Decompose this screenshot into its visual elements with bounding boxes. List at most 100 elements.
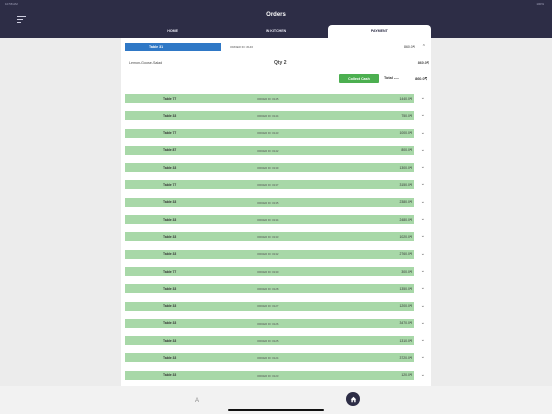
chevron-down-icon[interactable]: ⌄ [421,354,425,360]
order-bar[interactable]: Table 33 ORDER ID: #128 1350.0₹ [125,284,414,294]
order-amount: 860.0₹ [404,45,415,49]
tab-in-kitchen[interactable]: IN KITCHEN [224,25,327,38]
order-bar[interactable]: Table 33 ORDER ID: #125 1310.0₹ [125,336,414,346]
chevron-down-icon[interactable]: ⌄ [421,251,425,257]
order-row[interactable]: Table 33 ORDER ID: #127 1200.0₹ ⌄ [125,300,427,317]
chevron-down-icon[interactable]: ⌄ [421,181,425,187]
order-row[interactable]: Table 87 ORDER ID: #142 800.0₹ ⌄ [125,144,427,161]
status-time: 10:58 AM [5,2,18,6]
table-label: Table 87 [163,148,177,153]
order-id: ORDER ID: #124 [257,356,279,361]
order-amount: 2760.0₹ [399,252,412,257]
chevron-down-icon[interactable]: ⌄ [421,147,425,153]
expanded-order-row[interactable]: Table 31 ORDER ID: #146 860.0₹ ⌃ [125,42,427,52]
nav-glyph[interactable]: A [195,398,199,404]
order-id: ORDER ID: #123 [257,373,279,378]
table-label: Table 33 [163,338,177,343]
order-list: Table 77 ORDER ID: #145 1440.0₹ ⌄ Table 33 OR… [125,92,427,386]
order-bar[interactable]: Table 33 ORDER ID: #124 3720.0₹ [125,353,414,363]
order-id: ORDER ID: #133 [257,235,279,240]
order-bar[interactable]: Table 33 ORDER ID: #123 120.0₹ [125,370,414,380]
order-row[interactable]: Table 77 ORDER ID: #137 3150.0₹ ⌄ [125,178,427,195]
order-amount: 2380.0₹ [399,200,412,205]
home-indicator [228,409,324,411]
chevron-down-icon[interactable]: ⌄ [421,95,425,101]
bottom-bar: A [0,386,552,414]
order-bar[interactable]: Table 33 ORDER ID: #133 1020.0₹ [125,232,414,242]
chevron-down-icon[interactable]: ⌄ [421,216,425,222]
order-bar[interactable]: Table 33 ORDER ID: #132 2760.0₹ [125,249,414,259]
table-label: Table 77 [163,183,177,188]
chevron-down-icon[interactable]: ⌄ [421,130,425,136]
chevron-down-icon[interactable]: ⌄ [421,320,425,326]
order-amount: 3150.0₹ [399,183,412,188]
order-row[interactable]: Table 33 ORDER ID: #126 3470.0₹ ⌄ [125,317,427,334]
collect-cash-button[interactable]: Collect Cash [339,74,379,83]
order-row[interactable]: Table 33 ORDER ID: #139 1300.0₹ ⌄ [125,161,427,178]
order-amount: 1310.0₹ [399,338,412,343]
order-row[interactable]: Table 33 ORDER ID: #128 1350.0₹ ⌄ [125,282,427,299]
order-id: ORDER ID: #146 [230,45,254,49]
order-row[interactable]: Table 33 ORDER ID: #133 1020.0₹ ⌄ [125,230,427,247]
table-label: Table 33 [163,200,177,205]
order-id: ORDER ID: #135 [257,200,279,205]
item-qty: Qty 2 [274,60,287,66]
table-label: Table 33 [163,217,177,222]
order-row[interactable]: Table 33 ORDER ID: #124 3720.0₹ ⌄ [125,351,427,368]
chevron-down-icon[interactable]: ⌄ [421,112,425,118]
order-bar[interactable]: Table 33 ORDER ID: #126 3470.0₹ [125,318,414,328]
order-bar[interactable]: Table 33 ORDER ID: #127 1200.0₹ [125,301,414,311]
order-amount: 1440.0₹ [399,96,412,101]
tab-bar: HOME IN KITCHEN PAYMENT [121,25,431,38]
table-label: Table 77 [163,96,177,101]
order-bar[interactable]: Table 33 ORDER ID: #139 1300.0₹ [125,163,414,173]
status-battery: 100% [536,2,544,6]
order-id: ORDER ID: #126 [257,321,279,326]
chevron-down-icon[interactable]: ⌄ [421,285,425,291]
order-id: ORDER ID: #132 [257,252,279,257]
tab-home[interactable]: HOME [121,25,224,38]
chevron-down-icon[interactable]: ⌄ [421,164,425,170]
chevron-down-icon[interactable]: ⌄ [421,233,425,239]
chevron-down-icon[interactable]: ⌄ [421,372,425,378]
order-bar[interactable]: Table 33 ORDER ID: #134 2480.0₹ [125,215,414,225]
home-button[interactable] [346,392,360,406]
chevron-down-icon[interactable]: ⌄ [421,199,425,205]
payment-row: Collect Cash Total ---- 860.0₹ [125,72,427,84]
order-row[interactable]: Table 33 ORDER ID: #123 120.0₹ ⌄ [125,369,427,386]
order-row[interactable]: Table 33 ORDER ID: #144 750.0₹ ⌄ [125,109,427,126]
order-bar[interactable]: Table 77 ORDER ID: #137 3150.0₹ [125,180,414,190]
order-id: ORDER ID: #139 [257,165,279,170]
table-label: Table 77 [163,269,177,274]
chevron-up-icon[interactable]: ⌃ [422,43,426,51]
order-row[interactable]: Table 33 ORDER ID: #132 2760.0₹ ⌄ [125,248,427,265]
table-label: Table 33 [163,286,177,291]
table-label: Table 33 [163,165,177,170]
table-label: Table 33 [163,113,177,118]
order-row[interactable]: Table 33 ORDER ID: #134 2480.0₹ ⌄ [125,213,427,230]
order-amount: 1300.0₹ [399,165,412,170]
order-bar[interactable]: Table 77 ORDER ID: #130 300.0₹ [125,266,414,276]
tab-payment[interactable]: PAYMENT [327,25,431,38]
order-row[interactable]: Table 77 ORDER ID: #143 1000.0₹ ⌄ [125,127,427,144]
order-bar[interactable]: Table 33 ORDER ID: #135 2380.0₹ [125,197,414,207]
table-label: Table 33 [163,356,177,361]
chevron-down-icon[interactable]: ⌄ [421,303,425,309]
table-label: Table 33 [163,252,177,257]
home-icon [350,396,356,402]
order-row[interactable]: Table 33 ORDER ID: #125 1310.0₹ ⌄ [125,334,427,351]
order-bar[interactable]: Table 77 ORDER ID: #145 1440.0₹ [125,94,414,103]
order-bar[interactable]: Table 87 ORDER ID: #142 800.0₹ [125,145,414,155]
order-row[interactable]: Table 33 ORDER ID: #135 2380.0₹ ⌄ [125,196,427,213]
table-label: Table 33 [163,234,177,239]
order-bar[interactable]: Table 77 ORDER ID: #143 1000.0₹ [125,128,414,138]
order-row[interactable]: Table 77 ORDER ID: #145 1440.0₹ ⌄ [125,92,427,109]
item-amount: 860.0₹ [417,61,429,65]
order-row[interactable]: Table 77 ORDER ID: #130 300.0₹ ⌄ [125,265,427,282]
chevron-down-icon[interactable]: ⌄ [421,337,425,343]
order-amount: 750.0₹ [401,113,412,118]
order-id: ORDER ID: #128 [257,287,279,292]
order-bar[interactable]: Table 33 ORDER ID: #144 750.0₹ [125,111,414,121]
order-amount: 1000.0₹ [399,131,412,136]
chevron-down-icon[interactable]: ⌄ [421,268,425,274]
